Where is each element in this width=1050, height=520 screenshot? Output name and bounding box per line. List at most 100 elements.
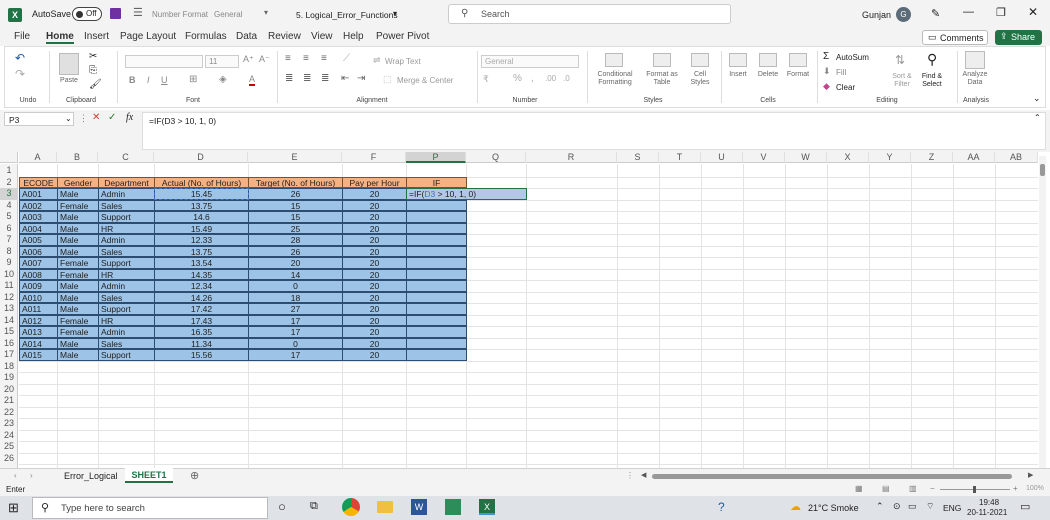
tab-formulas[interactable]: Formulas <box>185 31 227 42</box>
align-top-icon[interactable]: ≡ <box>285 53 291 64</box>
table-cell[interactable]: 14.35 <box>154 268 249 280</box>
conditional-formatting-button[interactable]: Conditional Formatting <box>591 71 639 87</box>
fill-color-icon[interactable]: ◈ <box>219 74 227 85</box>
table-cell[interactable]: 28 <box>248 234 343 246</box>
column-header[interactable]: U <box>701 152 743 163</box>
select-all-corner[interactable] <box>0 152 18 163</box>
table-cell[interactable]: 14.6 <box>154 211 249 223</box>
decrease-decimal-icon[interactable]: .0 <box>563 74 570 83</box>
table-cell[interactable]: 13.75 <box>154 199 249 211</box>
table-cell[interactable]: Sales <box>98 291 155 303</box>
table-cell[interactable]: 26 <box>248 188 343 200</box>
restore-icon[interactable]: ❐ <box>996 6 1006 19</box>
paste-icon[interactable] <box>59 53 79 75</box>
table-cell[interactable]: 12.34 <box>154 280 249 292</box>
zoom-in-icon[interactable]: + <box>1013 484 1018 493</box>
row-header[interactable]: 10 <box>0 269 18 281</box>
column-header[interactable]: Y <box>869 152 911 163</box>
active-cell-p3[interactable]: =IF(D3 > 10, 1, 0) <box>406 188 527 200</box>
format-as-table-icon[interactable] <box>653 53 671 67</box>
windows-start-icon[interactable]: ⊞ <box>8 500 19 516</box>
wifi-icon[interactable]: ⌔ <box>926 501 934 512</box>
tab-power-pivot[interactable]: Power Pivot <box>376 31 429 42</box>
horizontal-scrollbar[interactable] <box>652 474 1012 479</box>
row-header[interactable]: 6 <box>0 223 18 235</box>
tab-view[interactable]: View <box>311 31 333 42</box>
chrome-icon[interactable] <box>342 498 360 516</box>
scroll-tabs-right-icon[interactable]: › <box>30 471 33 480</box>
table-cell[interactable]: 20 <box>342 188 407 200</box>
row-header[interactable]: 2 <box>0 177 18 189</box>
cortana-icon[interactable]: ○ <box>278 499 286 514</box>
column-header[interactable]: D <box>154 152 248 163</box>
delete-cells-button[interactable]: Delete <box>755 71 781 79</box>
format-painter-icon[interactable]: 🖌 <box>89 79 102 90</box>
search-box[interactable]: ⚲ Search <box>448 4 731 24</box>
table-cell[interactable]: Male <box>57 280 99 292</box>
table-cell-if[interactable] <box>406 268 467 280</box>
column-header[interactable]: B <box>57 152 98 163</box>
font-color-icon[interactable]: A <box>249 74 256 86</box>
conditional-formatting-icon[interactable] <box>605 53 623 67</box>
row-header[interactable]: 21 <box>0 395 18 407</box>
table-cell-if[interactable] <box>406 303 467 315</box>
avatar[interactable]: G <box>896 7 911 22</box>
row-header[interactable]: 18 <box>0 361 18 373</box>
row-header[interactable]: 8 <box>0 246 18 258</box>
minimize-icon[interactable]: — <box>963 6 974 18</box>
table-cell[interactable]: Admin <box>98 326 155 338</box>
table-cell[interactable]: 20 <box>342 303 407 315</box>
analyze-data-button[interactable]: Analyze Data <box>959 71 991 87</box>
table-cell-if[interactable] <box>406 234 467 246</box>
table-cell[interactable]: HR <box>98 222 155 234</box>
normal-view-icon[interactable]: ▦ <box>855 484 863 493</box>
table-cell[interactable]: Female <box>57 199 99 211</box>
clear-button[interactable]: Clear <box>836 83 855 92</box>
table-cell[interactable]: A009 <box>19 280 58 292</box>
file-name[interactable]: 5. Logical_Error_Functions <box>296 10 398 20</box>
table-header-cell[interactable]: IF <box>406 176 467 188</box>
table-header-cell[interactable]: Pay per Hour <box>342 176 407 188</box>
column-header[interactable]: F <box>342 152 406 163</box>
find-select-button[interactable]: Find & Select <box>917 73 947 89</box>
table-cell[interactable]: 14.26 <box>154 291 249 303</box>
hscroll-options-icon[interactable]: ⋮ <box>626 471 634 480</box>
table-cell[interactable]: 17.42 <box>154 303 249 315</box>
close-icon[interactable]: ✕ <box>1028 5 1038 19</box>
notifications-icon[interactable]: ▭ <box>1020 500 1030 513</box>
battery-icon[interactable]: ▭ <box>908 501 917 512</box>
table-cell[interactable]: Support <box>98 211 155 223</box>
table-cell[interactable]: 20 <box>342 222 407 234</box>
table-cell-if[interactable] <box>406 314 467 326</box>
name-box-dropdown-icon[interactable]: ⌄ <box>65 114 72 123</box>
table-cell[interactable]: HR <box>98 268 155 280</box>
find-select-icon[interactable]: ⚲ <box>927 51 937 68</box>
table-cell[interactable]: 20 <box>342 337 407 349</box>
table-cell[interactable]: Male <box>57 222 99 234</box>
paste-label[interactable]: Paste <box>57 77 81 85</box>
taskbar-search-box[interactable]: ⚲ Type here to search <box>32 497 268 519</box>
table-cell[interactable]: Sales <box>98 337 155 349</box>
insert-cells-button[interactable]: Insert <box>725 71 751 79</box>
table-cell-if[interactable] <box>406 280 467 292</box>
table-cell[interactable]: 17 <box>248 326 343 338</box>
table-cell[interactable]: Female <box>57 314 99 326</box>
save-icon[interactable] <box>110 8 121 19</box>
excel-taskbar-icon[interactable]: X <box>479 499 495 515</box>
table-cell[interactable]: 15 <box>248 211 343 223</box>
table-cell[interactable]: 20 <box>248 257 343 269</box>
accounting-icon[interactable]: ₹ <box>483 74 489 85</box>
word-icon[interactable]: W <box>411 499 427 515</box>
table-cell[interactable]: 17 <box>248 314 343 326</box>
row-header[interactable]: 17 <box>0 349 18 361</box>
table-cell[interactable]: A008 <box>19 268 58 280</box>
row-header[interactable]: 7 <box>0 234 18 246</box>
table-cell[interactable]: Male <box>57 337 99 349</box>
table-cell[interactable]: 18 <box>248 291 343 303</box>
column-header[interactable]: R <box>526 152 617 163</box>
formula-input[interactable]: =IF(D3 > 10, 1, 0) <box>142 112 1046 150</box>
align-center-icon[interactable]: ≣ <box>303 73 311 84</box>
table-cell[interactable]: 15.45 <box>154 188 249 200</box>
decrease-font-icon[interactable]: A⁻ <box>259 54 270 65</box>
table-cell-if[interactable] <box>406 211 467 223</box>
